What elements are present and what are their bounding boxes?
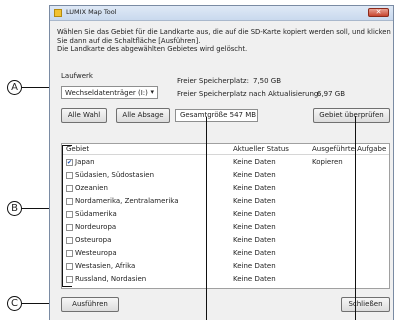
callout-a: A: [7, 80, 22, 95]
free-space-info: Freier Speicherplatz: 7,50 GB: [177, 77, 281, 85]
area-status: Keine Daten: [233, 249, 276, 257]
area-name: Westasien, Afrika: [75, 262, 136, 270]
pointer-line: [355, 116, 356, 320]
area-name: Nordamerika, Zentralamerika: [75, 197, 179, 205]
area-action: Kopieren: [312, 158, 343, 166]
free-space-value: 7,50 GB: [253, 77, 282, 85]
area-name: Japan: [75, 158, 95, 166]
table-row[interactable]: Osteuropa Keine Daten: [62, 235, 389, 248]
area-status: Keine Daten: [233, 223, 276, 231]
area-checkbox[interactable]: [66, 198, 73, 205]
area-checkbox[interactable]: ✔: [66, 159, 73, 166]
checkbox-bracket: [62, 286, 72, 287]
area-status: Keine Daten: [233, 262, 276, 270]
table-row[interactable]: Südamerika Keine Daten: [62, 209, 389, 222]
table-row[interactable]: Westasien, Afrika Keine Daten: [62, 261, 389, 274]
area-name: Südasien, Südostasien: [75, 171, 155, 179]
callout-b: B: [7, 201, 22, 216]
area-checkbox[interactable]: [66, 185, 73, 192]
area-name: Osteuropa: [75, 236, 112, 244]
area-name: Südamerika: [75, 210, 117, 218]
window-title: LUMIX Map Tool: [66, 8, 117, 16]
close-window-button[interactable]: ✕: [368, 8, 389, 17]
area-list: Gebiet Aktueller Status Ausgeführte Aufg…: [61, 143, 390, 289]
area-checkbox[interactable]: [66, 250, 73, 257]
area-status: Keine Daten: [233, 184, 276, 192]
drive-select-value: Wechseldatenträger (I:): [65, 89, 148, 97]
pointer-line: [206, 117, 207, 320]
table-row[interactable]: Nordamerika, Zentralamerika Keine Daten: [62, 196, 389, 209]
table-row[interactable]: Westeuropa Keine Daten: [62, 248, 389, 261]
title-bar: LUMIX Map Tool ✕: [50, 6, 393, 21]
area-name: Ozeanien: [75, 184, 108, 192]
drive-label: Laufwerk: [61, 72, 93, 80]
free-space-label: Freier Speicherplatz:: [177, 77, 249, 85]
area-status: Keine Daten: [233, 197, 276, 205]
table-row[interactable]: Ozeanien Keine Daten: [62, 183, 389, 196]
area-checkbox[interactable]: [66, 224, 73, 231]
app-window: LUMIX Map Tool ✕ Wählen Sie das Gebiet f…: [49, 5, 394, 320]
area-checkbox[interactable]: [66, 211, 73, 218]
space-after-info: Freier Speicherplatz nach Aktualisierung…: [177, 90, 345, 98]
table-row[interactable]: Südasien, Südostasien Keine Daten: [62, 170, 389, 183]
area-name: Westeuropa: [75, 249, 117, 257]
instruction-line: Wählen Sie das Gebiet für die Landkarte …: [57, 28, 391, 36]
header-status: Aktueller Status: [233, 145, 289, 153]
header-area: Gebiet: [66, 145, 90, 153]
drive-select[interactable]: Wechseldatenträger (I:) ▾: [61, 86, 158, 99]
instruction-line: Die Landkarte des abgewählten Gebietes w…: [57, 45, 248, 53]
area-name: Nordeuropa: [75, 223, 117, 231]
area-name: Russland, Nordasien: [75, 275, 147, 283]
checkbox-bracket: [62, 145, 63, 287]
check-area-button[interactable]: Gebiet überprüfen: [313, 108, 390, 123]
header-divider: [62, 154, 389, 155]
table-row[interactable]: Nordeuropa Keine Daten: [62, 222, 389, 235]
header-action: Ausgeführte Aufgabe: [312, 145, 387, 153]
area-checkbox[interactable]: [66, 172, 73, 179]
callout-c: C: [7, 296, 22, 311]
checkbox-bracket: [62, 145, 72, 146]
deselect-all-button[interactable]: Alle Absage: [116, 108, 170, 123]
area-status: Keine Daten: [233, 210, 276, 218]
instruction-line: Sie dann auf die Schaltfläche [Ausführen…: [57, 36, 201, 45]
close-button[interactable]: Schließen: [341, 297, 390, 312]
space-after-value: 6,97 GB: [317, 90, 346, 98]
area-status: Keine Daten: [233, 236, 276, 244]
table-row[interactable]: ✔ Japan Keine Daten Kopieren: [62, 157, 389, 170]
total-size-field: Gesamtgröße 547 MB: [175, 109, 258, 122]
area-checkbox[interactable]: [66, 237, 73, 244]
chevron-down-icon: ▾: [150, 88, 154, 96]
area-status: Keine Daten: [233, 275, 276, 283]
area-checkbox[interactable]: [66, 263, 73, 270]
area-status: Keine Daten: [233, 158, 276, 166]
space-after-label: Freier Speicherplatz nach Aktualisierung…: [177, 90, 321, 98]
instructions: Wählen Sie das Gebiet für die Landkarte …: [57, 28, 391, 54]
area-status: Keine Daten: [233, 171, 276, 179]
execute-button[interactable]: Ausführen: [61, 297, 119, 312]
area-checkbox[interactable]: [66, 276, 73, 283]
app-icon: [54, 9, 62, 17]
table-row[interactable]: Russland, Nordasien Keine Daten: [62, 274, 389, 287]
select-all-button[interactable]: Alle Wahl: [61, 108, 107, 123]
